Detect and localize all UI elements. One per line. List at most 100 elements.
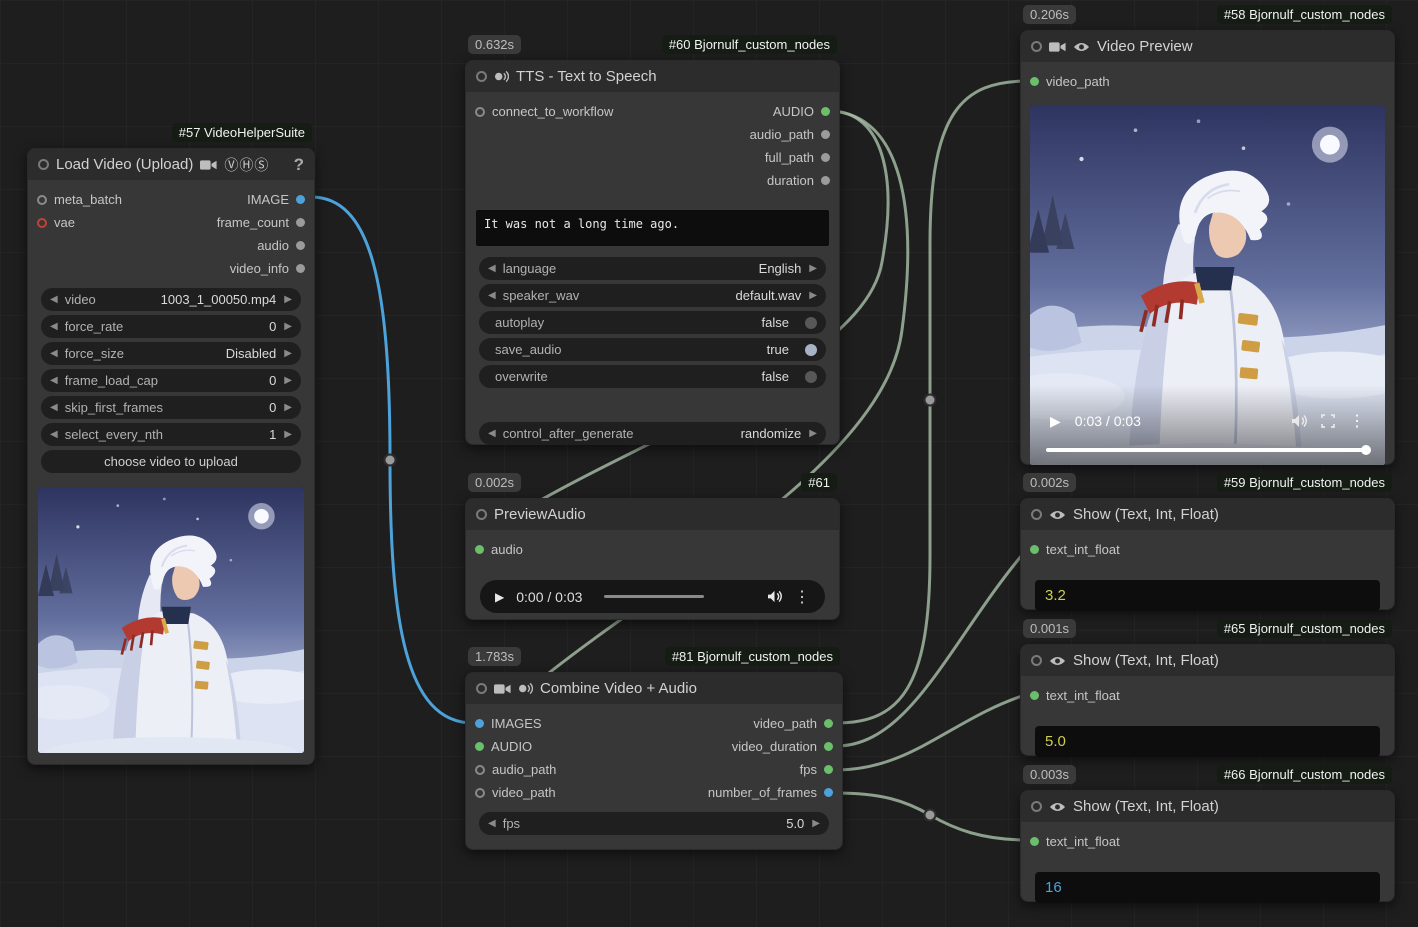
toggle-dot[interactable] (805, 317, 817, 329)
tts-text-input[interactable]: It was not a long time ago. (476, 210, 829, 246)
input-dot[interactable] (475, 788, 485, 798)
arrow-left-icon[interactable]: ◀ (50, 375, 58, 386)
collapse-dot-icon[interactable] (1031, 655, 1042, 666)
node-combine-video-audio[interactable]: 1.783s #81 Bjornulf_custom_nodes Combine… (465, 672, 843, 850)
arrow-left-icon[interactable]: ◀ (488, 263, 496, 274)
output-slot-frame-count[interactable]: frame_count (217, 215, 305, 230)
arrow-right-icon[interactable]: ▶ (809, 263, 817, 274)
node-header[interactable]: PreviewAudio (466, 499, 839, 530)
video-progress-thumb[interactable] (1361, 445, 1371, 455)
output-slot-number-of-frames[interactable]: number_of_frames (708, 785, 833, 800)
output-dot[interactable] (824, 742, 833, 751)
input-slot-audio[interactable]: AUDIO (475, 739, 532, 754)
reroute-dot[interactable] (925, 395, 936, 406)
input-slot-video-path[interactable]: video_path (1030, 74, 1110, 89)
output-slot-audio-path[interactable]: audio_path (750, 127, 830, 142)
input-dot[interactable] (37, 218, 47, 228)
fullscreen-icon[interactable] (1321, 414, 1335, 428)
node-header[interactable]: TTS - Text to Speech (466, 61, 839, 92)
widget-frame-load-cap[interactable]: ◀ frame_load_cap 0 ▶ (41, 369, 301, 392)
output-dot[interactable] (296, 195, 305, 204)
node-header[interactable]: Load Video (Upload) ⓋⒽⓈ ? (28, 149, 314, 180)
node-header[interactable]: Video Preview (1021, 31, 1394, 62)
audio-seek-slider[interactable] (604, 595, 704, 598)
output-dot[interactable] (824, 719, 833, 728)
output-dot[interactable] (821, 153, 830, 162)
reroute-dot[interactable] (925, 810, 936, 821)
arrow-left-icon[interactable]: ◀ (488, 428, 496, 439)
audio-player[interactable]: ▶ 0:00 / 0:03 ⋮ (480, 580, 825, 613)
output-dot[interactable] (296, 241, 305, 250)
choose-video-button[interactable]: choose video to upload (41, 450, 301, 473)
collapse-dot-icon[interactable] (1031, 41, 1042, 52)
arrow-left-icon[interactable]: ◀ (50, 294, 58, 305)
output-slot-image[interactable]: IMAGE (247, 192, 305, 207)
collapse-dot-icon[interactable] (476, 509, 487, 520)
output-slot-audio[interactable]: AUDIO (773, 104, 830, 119)
output-dot[interactable] (824, 788, 833, 797)
input-dot[interactable] (475, 545, 484, 554)
collapse-dot-icon[interactable] (38, 159, 49, 170)
input-dot[interactable] (1030, 837, 1039, 846)
input-slot-images[interactable]: IMAGES (475, 716, 542, 731)
output-slot-audio[interactable]: audio (257, 238, 305, 253)
toggle-autoplay[interactable]: autoplay false (479, 311, 826, 334)
node-header[interactable]: Show (Text, Int, Float) (1021, 791, 1394, 822)
collapse-dot-icon[interactable] (476, 71, 487, 82)
arrow-left-icon[interactable]: ◀ (50, 348, 58, 359)
arrow-right-icon[interactable]: ▶ (284, 375, 292, 386)
reroute-dot[interactable] (385, 455, 396, 466)
arrow-right-icon[interactable]: ▶ (284, 321, 292, 332)
toggle-overwrite[interactable]: overwrite false (479, 365, 826, 388)
video-player[interactable]: ▶ 0:03 / 0:03 ⋮ (1030, 105, 1385, 465)
output-dot[interactable] (296, 218, 305, 227)
input-slot-audio-path[interactable]: audio_path (475, 762, 556, 777)
node-header[interactable]: Show (Text, Int, Float) (1021, 645, 1394, 676)
collapse-dot-icon[interactable] (1031, 509, 1042, 520)
arrow-right-icon[interactable]: ▶ (284, 429, 292, 440)
widget-language[interactable]: ◀ language English ▶ (479, 257, 826, 280)
kebab-menu-icon[interactable]: ⋮ (1349, 411, 1365, 431)
widget-control-after-generate[interactable]: ◀ control_after_generate randomize ▶ (479, 422, 826, 445)
output-dot[interactable] (296, 264, 305, 273)
node-show-65[interactable]: 0.001s #65 Bjornulf_custom_nodes Show (T… (1020, 644, 1395, 756)
video-thumbnail[interactable] (38, 487, 304, 753)
arrow-right-icon[interactable]: ▶ (809, 428, 817, 439)
arrow-left-icon[interactable]: ◀ (50, 321, 58, 332)
output-slot-duration[interactable]: duration (767, 173, 830, 188)
input-dot[interactable] (475, 742, 484, 751)
node-header[interactable]: Combine Video + Audio (466, 673, 842, 704)
arrow-right-icon[interactable]: ▶ (284, 294, 292, 305)
kebab-menu-icon[interactable]: ⋮ (794, 587, 810, 607)
input-slot-text-int-float[interactable]: text_int_float (1030, 834, 1120, 849)
node-header[interactable]: Show (Text, Int, Float) (1021, 499, 1394, 530)
input-slot-connect-to-workflow[interactable]: connect_to_workflow (475, 104, 613, 119)
arrow-right-icon[interactable]: ▶ (284, 402, 292, 413)
input-slot-text-int-float[interactable]: text_int_float (1030, 542, 1120, 557)
input-dot[interactable] (475, 107, 485, 117)
collapse-dot-icon[interactable] (476, 683, 487, 694)
play-icon[interactable]: ▶ (495, 590, 504, 604)
input-slot-text-int-float[interactable]: text_int_float (1030, 688, 1120, 703)
arrow-right-icon[interactable]: ▶ (812, 818, 820, 829)
toggle-dot[interactable] (805, 344, 817, 356)
video-controls[interactable]: ▶ 0:03 / 0:03 ⋮ (1030, 411, 1385, 431)
widget-skip-first-frames[interactable]: ◀ skip_first_frames 0 ▶ (41, 396, 301, 419)
node-preview-audio[interactable]: 0.002s #61 PreviewAudio audio ▶ 0:00 / 0… (465, 498, 840, 620)
output-slot-video-duration[interactable]: video_duration (732, 739, 833, 754)
arrow-left-icon[interactable]: ◀ (488, 818, 496, 829)
widget-select-every-nth[interactable]: ◀ select_every_nth 1 ▶ (41, 423, 301, 446)
widget-video[interactable]: ◀ video 1003_1_00050.mp4 ▶ (41, 288, 301, 311)
collapse-dot-icon[interactable] (1031, 801, 1042, 812)
output-slot-video-path[interactable]: video_path (753, 716, 833, 731)
output-dot[interactable] (821, 107, 830, 116)
input-slot-meta-batch[interactable]: meta_batch (37, 192, 122, 207)
node-tts[interactable]: 0.632s #60 Bjornulf_custom_nodes TTS - T… (465, 60, 840, 445)
arrow-left-icon[interactable]: ◀ (50, 429, 58, 440)
input-dot[interactable] (1030, 691, 1039, 700)
volume-icon[interactable] (1291, 414, 1307, 428)
node-show-59[interactable]: 0.002s #59 Bjornulf_custom_nodes Show (T… (1020, 498, 1395, 610)
widget-force-rate[interactable]: ◀ force_rate 0 ▶ (41, 315, 301, 338)
arrow-left-icon[interactable]: ◀ (488, 290, 496, 301)
widget-fps[interactable]: ◀ fps 5.0 ▶ (479, 812, 829, 835)
